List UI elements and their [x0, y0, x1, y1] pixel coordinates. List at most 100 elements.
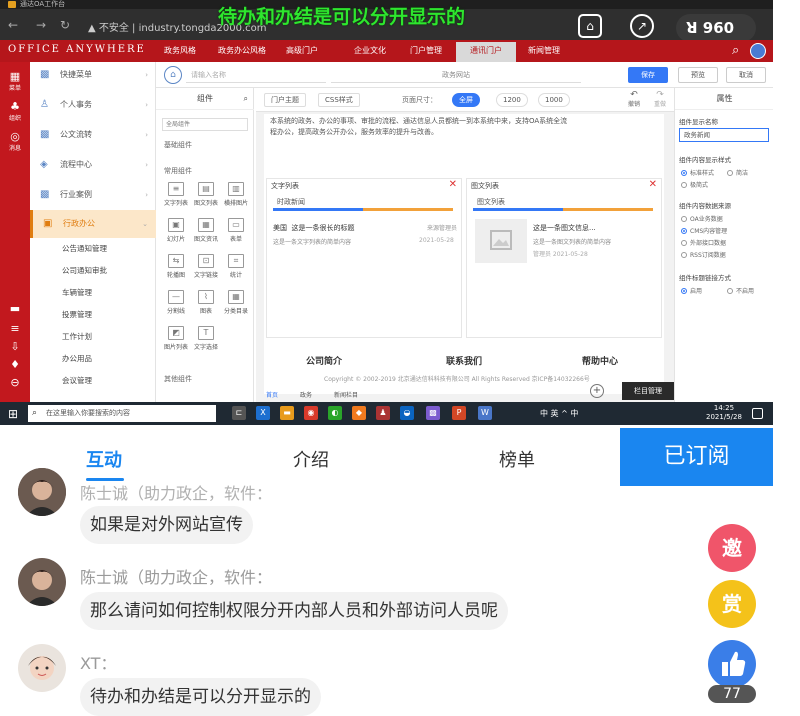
topnav-item[interactable]: 高级门户 [286, 45, 318, 56]
radio-option[interactable]: 简洁 [727, 168, 748, 177]
edge-icon[interactable]: ◒ [400, 406, 414, 420]
menu-item-active[interactable]: ▣ 行政办公 ⌄ [30, 210, 156, 238]
bottom-tab[interactable]: 政务 [300, 390, 312, 399]
component-item[interactable]: ◩ 图片列表 [162, 326, 190, 351]
search-icon[interactable]: ⌕ [244, 88, 248, 110]
redo-button[interactable]: ↷ 重做 [654, 91, 666, 109]
component-item[interactable]: T 文字选择 [192, 326, 220, 351]
radio-option[interactable]: 启用 [681, 286, 702, 295]
undo-button[interactable]: ↶ 撤销 [628, 91, 640, 109]
windows-start-icon[interactable]: ⊞ [8, 407, 18, 421]
radio-option[interactable]: 极简式 [681, 180, 708, 189]
rail-tool-5[interactable]: ⊖ [0, 376, 30, 389]
avatar[interactable] [18, 558, 66, 606]
tab-interact[interactable]: 互动 [86, 446, 122, 472]
page-name-input[interactable]: 请输入名称 [186, 67, 326, 83]
app-icon[interactable]: ◆ [352, 406, 366, 420]
wechat-icon[interactable]: ◐ [328, 406, 342, 420]
rail-tool-4[interactable]: ♦ [0, 358, 30, 371]
save-button[interactable]: 保存 [628, 67, 668, 83]
theme-button[interactable]: 门户主题 [264, 93, 306, 107]
share-icon[interactable]: ↗ [630, 14, 654, 38]
radio-option[interactable]: 标准样式 [681, 168, 714, 177]
files-icon[interactable]: ▬ [280, 406, 294, 420]
topnav-item[interactable]: 政务办公风格 [218, 45, 266, 56]
menu-item[interactable]: ◈ 流程中心 › [30, 154, 156, 176]
rail-msg[interactable]: ◎ 消息 [0, 130, 30, 152]
menu-item[interactable]: ▩ 行业案例 › [30, 184, 156, 206]
app-icon[interactable]: ♟ [376, 406, 390, 420]
panel-tab[interactable]: 图文列表 [473, 195, 653, 211]
app-icon[interactable]: ▩ [426, 406, 440, 420]
component-item[interactable]: ⌇ 图表 [192, 290, 220, 315]
radio-option[interactable]: RSS订阅数据 [681, 250, 726, 259]
component-item[interactable]: ≡ 文字列表 [162, 182, 190, 207]
footer-link[interactable]: 联系我们 [446, 354, 482, 367]
taskbar-search[interactable]: ⌕ 在这里输入你要搜索的内容 [28, 405, 216, 422]
rail-tool-1[interactable]: ▬ [0, 302, 30, 315]
submenu-item[interactable]: 投票管理 [30, 304, 156, 326]
size-1200[interactable]: 1200 [496, 93, 528, 107]
component-item[interactable]: ▣ 幻灯片 [162, 218, 190, 243]
avatar[interactable] [18, 468, 66, 516]
component-group[interactable]: 常用组件 [164, 166, 192, 176]
radio-option[interactable]: OA业务数据 [681, 214, 723, 223]
close-icon[interactable]: ✕ [449, 179, 457, 190]
clock[interactable]: 14:25 2021/5/28 [706, 404, 742, 422]
radio-option[interactable]: 外部接口数据 [681, 238, 726, 247]
reload-icon[interactable]: ↻ [60, 18, 70, 32]
reward-button[interactable]: 赏 [708, 580, 756, 628]
app-icon[interactable]: X [256, 406, 270, 420]
radio-option[interactable]: CMS内容管理 [681, 226, 727, 235]
home-icon[interactable]: ⌂ [578, 14, 602, 38]
image-list-panel[interactable]: 图文列表 ✕ 图文列表 这是一条图文信息... 这是一条图文列表的简单内容 管理… [466, 178, 662, 338]
home-icon[interactable]: ⌂ [164, 66, 182, 84]
topnav-item[interactable]: 门户管理 [410, 45, 442, 56]
taskview-icon[interactable]: ⊏ [232, 406, 246, 420]
component-name-input[interactable]: 政务新闻 [679, 128, 769, 142]
component-select[interactable]: 全局组件 [162, 118, 248, 131]
component-item[interactable]: — 分割线 [162, 290, 190, 315]
panel-tab[interactable]: 时政新闻 [273, 195, 453, 211]
component-group[interactable]: 基础组件 [164, 140, 192, 150]
submenu-item[interactable]: 工作计划 [30, 326, 156, 348]
rail-tool-2[interactable]: ≡ [0, 322, 30, 335]
submenu-item[interactable]: 公司通知审批 [30, 260, 156, 282]
size-1000[interactable]: 1000 [538, 93, 570, 107]
component-item[interactable]: ▭ 表单 [222, 218, 250, 243]
subscribe-button[interactable]: 已订阅 [620, 428, 773, 486]
component-item[interactable]: ⌗ 统计 [222, 254, 250, 279]
submenu-item[interactable]: 办公用品 [30, 348, 156, 370]
search-icon[interactable]: ⌕ [732, 43, 739, 58]
rail-menu[interactable]: ▦ 菜单 [0, 70, 30, 92]
preview-button[interactable]: 预览 [678, 67, 718, 83]
submenu-item[interactable]: 会议管理 [30, 370, 156, 392]
powerpoint-icon[interactable]: P [452, 406, 466, 420]
rail-org[interactable]: ♣ 组织 [0, 100, 30, 122]
bottom-tab[interactable]: 新闻栏目 [334, 390, 358, 399]
text-list-panel[interactable]: 文字列表 ✕ 时政新闻 美国 这是一条很长的标题 来源管理员 这是一条文字列表的… [266, 178, 462, 338]
tab-intro[interactable]: 介绍 [293, 446, 329, 472]
size-fullscreen[interactable]: 全屏 [452, 93, 480, 107]
component-item[interactable]: ▤ 图文列表 [192, 182, 220, 207]
menu-item[interactable]: ▩ 快捷菜单 › [30, 64, 156, 86]
tab-ranking[interactable]: 榜单 [499, 446, 535, 472]
component-item[interactable]: ▦ 分类目录 [222, 290, 250, 315]
cancel-button[interactable]: 取消 [726, 67, 766, 83]
submenu-item[interactable]: 公告通知管理 [30, 238, 156, 260]
footer-link[interactable]: 公司简介 [306, 354, 342, 367]
system-tray[interactable]: 中 英 ^ 中 [540, 408, 578, 419]
invite-button[interactable]: 邀 [708, 524, 756, 572]
footer-link[interactable]: 帮助中心 [582, 354, 618, 367]
menu-item[interactable]: ♙ 个人事务 › [30, 94, 156, 116]
back-icon[interactable]: ← [8, 18, 18, 32]
avatar[interactable] [18, 644, 66, 692]
menu-item[interactable]: ▩ 公文流转 › [30, 124, 156, 146]
bottom-tab[interactable]: 首页 [266, 390, 278, 399]
chrome-icon[interactable]: ◉ [304, 406, 318, 420]
word-icon[interactable]: W [478, 406, 492, 420]
topnav-item-active[interactable]: 通讯门户 [456, 42, 516, 62]
css-button[interactable]: CSS样式 [318, 93, 360, 107]
add-icon[interactable]: + [590, 384, 604, 398]
component-item[interactable]: ▦ 图文资讯 [192, 218, 220, 243]
